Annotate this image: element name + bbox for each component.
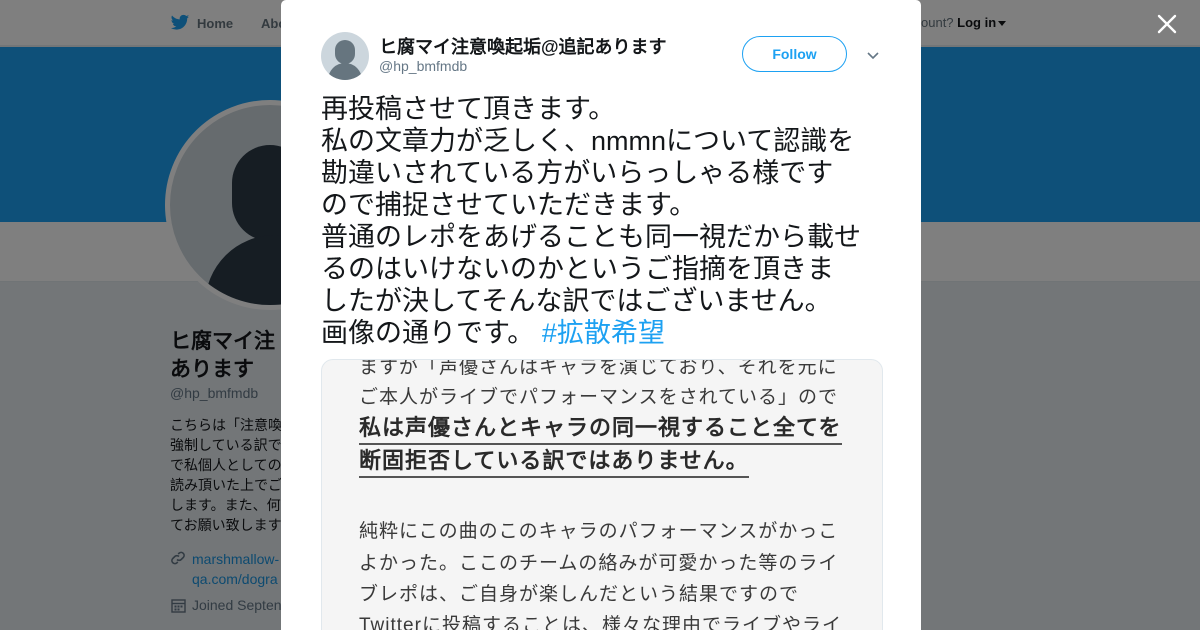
tweet-text-line: 勘違いされている方がいらっしゃる様です (321, 158, 834, 188)
tweet-text-line: 再投稿させて頂きます。 (321, 94, 616, 124)
author-handle[interactable]: @hp_bmfmdb (379, 58, 467, 74)
close-icon[interactable] (1155, 12, 1179, 36)
hashtag-link[interactable]: #拡散希望 (542, 318, 665, 348)
tweet-modal: ヒ腐マイ注意喚起垢@追記あります @hp_bmfmdb Follow 再投稿させ… (281, 0, 921, 630)
image-text-line: よかった。ここのチームの絡みが可愛かった等のライ (359, 553, 839, 574)
tweet-attached-image[interactable]: ますが「声優さんはキャラを演じており、それを元に ご本人がライブでパフォーマンス… (321, 359, 883, 630)
image-text-line-emphasis: 私は声優さんとキャラの同一視すること全てを (359, 410, 842, 445)
tweet-text-line: 私の文章力が乏しく、nmmnについて認識を (321, 126, 855, 156)
image-text-line: 純粋にこの曲のこのキャラのパフォーマンスがかっこ (359, 521, 839, 542)
avatar-head-shape (335, 40, 355, 64)
tweet-text-fragment: 画像の通りです。 (321, 318, 542, 348)
image-text-line-emphasis: 断固拒否している訳ではありません。 (359, 443, 749, 478)
image-text-line: Twitterに投稿することは、様々な理由でライブやライ (359, 615, 842, 630)
follow-button[interactable]: Follow (742, 36, 847, 72)
tweet-text-line: ので捕捉させていただきます。 (321, 190, 697, 220)
tweet-text-line: るのはいけないのかというご指摘を頂きま (321, 254, 834, 284)
tweet-text: 再投稿させて頂きます。 私の文章力が乏しく、nmmnについて認識を 勘違いされて… (321, 93, 886, 349)
tweet-text-line: したが決してそんな訳ではございません。 (321, 286, 832, 316)
avatar-body-shape (328, 63, 362, 80)
chevron-down-icon[interactable] (865, 47, 881, 63)
tweet-text-line: 普通のレポをあげることも同一視だから載せ (321, 222, 861, 252)
image-text-line: ご本人がライブでパフォーマンスをされている」ので (359, 387, 839, 408)
tweet-text-last-line: 画像の通りです。 #拡散希望 (321, 317, 886, 349)
image-text-line: ますが「声優さんはキャラを演じており、それを元に (359, 359, 838, 378)
author-name[interactable]: ヒ腐マイ注意喚起垢@追記あります (379, 33, 667, 59)
author-avatar[interactable] (321, 32, 369, 80)
image-text-line: ブレポは、ご自身が楽しんだという結果ですので (359, 584, 800, 605)
